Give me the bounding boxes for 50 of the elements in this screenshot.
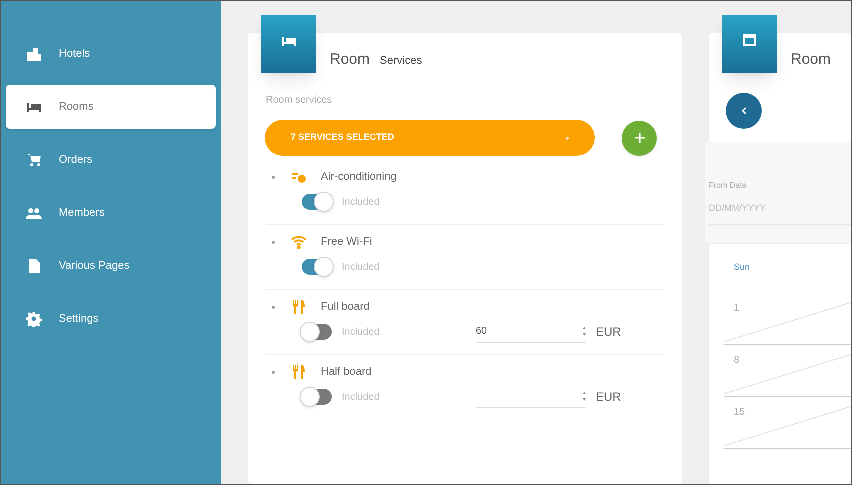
calendar-day-cell[interactable]: 15 — [724, 396, 851, 448]
fork-knife-icon — [291, 364, 307, 380]
sidebar-item[interactable]: Orders — [6, 138, 216, 182]
sidebar-item[interactable]: Rooms — [6, 85, 216, 129]
calendar-day-cell[interactable]: 1 — [724, 292, 851, 344]
currency-label: EUR — [596, 324, 622, 341]
weekday-header: Sun — [734, 261, 750, 274]
calendar-icon — [743, 33, 756, 46]
spinner-icon — [583, 392, 586, 401]
bullet-icon — [272, 306, 275, 308]
from-date-label: From Date — [709, 180, 747, 192]
card-subtitle: Services — [380, 54, 422, 69]
bullet-icon — [272, 176, 275, 178]
sidebar-item[interactable]: Members — [6, 191, 216, 235]
bullet-icon — [272, 370, 275, 374]
spinner-icon — [583, 327, 586, 336]
service-name: Half board — [321, 364, 372, 380]
sidebar-item[interactable]: Hotels — [6, 32, 216, 76]
cart-icon — [26, 152, 42, 168]
document-icon — [26, 258, 42, 274]
add-button[interactable] — [622, 120, 657, 156]
included-label: Included — [342, 326, 381, 340]
field-label: Room services — [266, 94, 332, 108]
calendar-day-cell[interactable]: 8 — [724, 344, 851, 396]
included-label: Included — [342, 196, 381, 210]
card-title: Room — [791, 50, 832, 70]
wifi-icon — [291, 234, 307, 250]
bullet-icon — [272, 240, 275, 244]
plus-icon — [634, 133, 644, 143]
service-name: Air-conditioning — [321, 170, 397, 185]
sidebar-item[interactable]: Settings — [6, 297, 216, 341]
settings-icon — [26, 311, 42, 327]
services-dropdown[interactable]: 7 SERVICES SELECTED — [265, 120, 595, 156]
sidebar-item[interactable]: Various Pages — [6, 244, 216, 288]
price-field[interactable]: 60 — [476, 321, 586, 343]
toggle-switch[interactable] — [302, 389, 332, 405]
service-name: Free Wi-Fi — [321, 234, 372, 250]
from-date-field[interactable]: DD/MM/YYYY — [709, 202, 851, 224]
toggle-switch[interactable] — [302, 194, 332, 210]
currency-label: EUR — [596, 389, 622, 406]
back-button[interactable] — [726, 93, 762, 129]
included-label: Included — [342, 260, 381, 274]
chevron-left-icon — [741, 107, 747, 115]
card-title: Room — [330, 50, 370, 70]
toggle-switch[interactable] — [302, 324, 332, 340]
fork-knife-icon — [291, 299, 307, 315]
service-name: Full board — [321, 300, 370, 315]
included-label: Included — [342, 390, 381, 404]
toggle-switch[interactable] — [302, 259, 332, 275]
building-icon — [26, 46, 42, 62]
